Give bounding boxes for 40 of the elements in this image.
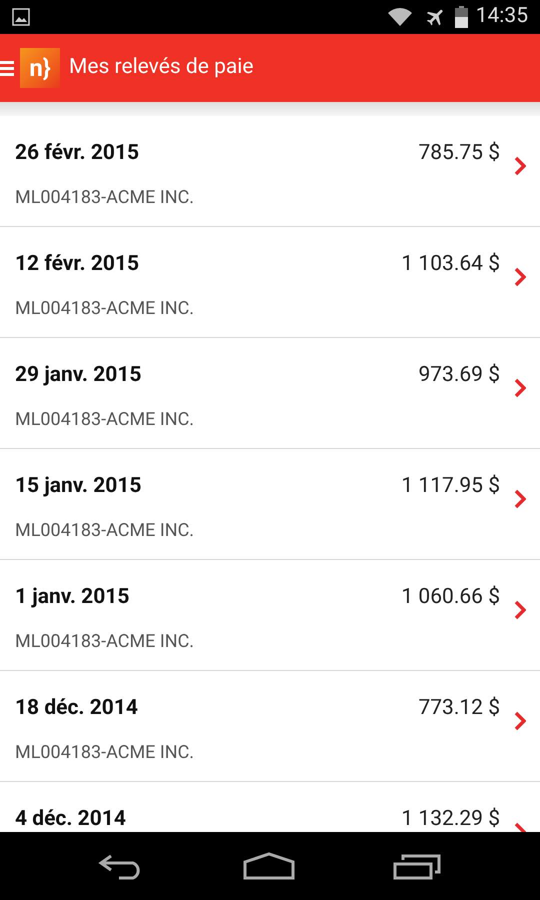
statement-row[interactable]: 15 janv. 2015 1 117.95 $ ML004183-ACME INC. [0,449,540,560]
statement-row[interactable]: 26 févr. 2015 785.75 $ ML004183-ACME INC. [0,116,540,227]
statement-amount: 1 117.95 $ [401,473,500,500]
chevron-right-icon [514,378,526,398]
chevron-right-icon [514,711,526,731]
recent-apps-icon[interactable] [393,852,443,880]
statement-amount: 773.12 $ [418,695,500,722]
statement-row[interactable]: 12 févr. 2015 1 103.64 $ ML004183-ACME INC. [0,227,540,338]
statement-row[interactable]: 1 janv. 2015 1 060.66 $ ML004183-ACME INC. [0,560,540,671]
employer-name: ML004183-ACME INC. [15,518,196,542]
chevron-right-icon [514,267,526,287]
statement-date: 1 janv. 2015 [15,584,130,611]
employer-name: ML004183-ACME INC. [15,630,196,654]
statement-row[interactable]: 18 déc. 2014 773.12 $ ML004183-ACME INC. [0,671,540,782]
menu-icon[interactable] [0,59,14,77]
app-title: Mes relevés de paie [69,54,254,82]
clock-time: 14:35 [476,3,528,30]
statement-amount: 1 132.29 $ [401,806,500,832]
statement-date: 4 déc. 2014 [15,806,126,832]
chevron-right-icon [514,489,526,509]
wifi-icon [386,7,413,27]
statement-amount: 785.75 $ [418,140,500,167]
statement-date: 18 déc. 2014 [15,695,138,722]
chevron-right-icon [514,600,526,620]
statement-amount: 973.69 $ [418,362,500,389]
home-icon[interactable] [243,852,295,880]
employer-name: ML004183-ACME INC. [15,296,196,320]
battery-icon [454,6,468,28]
employer-name: ML004183-ACME INC. [15,408,196,432]
statement-date: 29 janv. 2015 [15,362,142,389]
chevron-right-icon [514,156,526,176]
statement-amount: 1 103.64 $ [401,251,500,278]
statement-amount: 1 060.66 $ [401,584,500,611]
statement-row[interactable]: 29 janv. 2015 973.69 $ ML004183-ACME INC. [0,338,540,449]
employer-name: ML004183-ACME INC. [15,186,196,210]
employer-name: ML004183-ACME INC. [15,740,196,764]
statement-date: 26 févr. 2015 [15,140,140,167]
statement-date: 15 janv. 2015 [15,473,142,500]
image-icon [12,8,30,26]
statement-date: 12 févr. 2015 [15,251,140,278]
